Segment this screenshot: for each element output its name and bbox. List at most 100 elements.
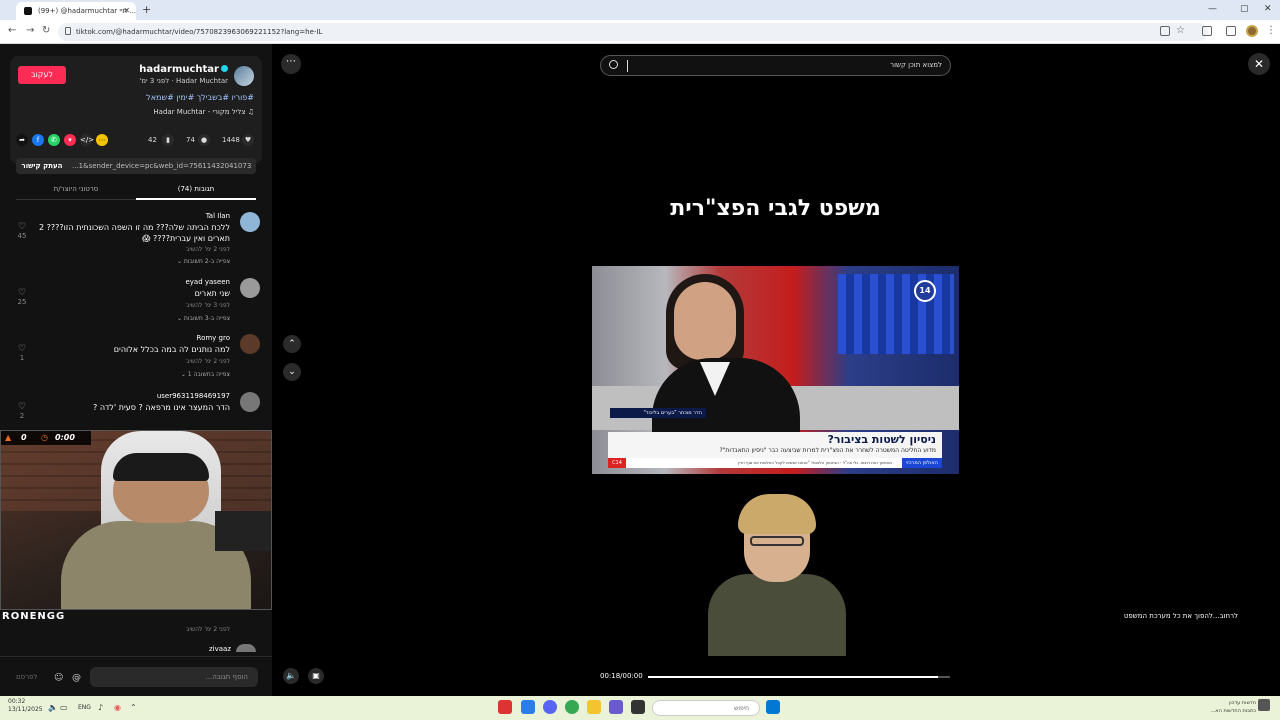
comment-like[interactable]: ♡ 45 <box>14 222 30 240</box>
new-tab-button[interactable]: + <box>142 3 151 16</box>
creator-avatar[interactable] <box>234 66 254 86</box>
copy-link-button[interactable]: העתק קישור <box>16 158 68 174</box>
text-caret <box>627 60 628 72</box>
discord-icon[interactable] <box>543 700 557 714</box>
chrome-icon[interactable] <box>565 700 579 714</box>
volume-icon[interactable]: 🔈 <box>283 668 299 684</box>
bookmark-icon[interactable]: ▮ <box>162 134 174 146</box>
comment-icon[interactable]: ● <box>198 134 210 146</box>
clock[interactable]: 00:32 13/11/2025 <box>8 698 43 714</box>
comment-meta[interactable]: לפני 2 ימ' להשיב <box>186 246 230 253</box>
follow-button[interactable]: לעקוב <box>18 66 66 84</box>
news-broadcast-frame: 14 הדר מוכתר "בערים בליכוד" ניסיון לשטות… <box>592 266 959 474</box>
bookmark-star-icon[interactable]: ☆ <box>1176 25 1185 36</box>
comment-avatar[interactable] <box>240 212 260 232</box>
facebook-icon[interactable]: f <box>32 134 44 146</box>
more-options-icon[interactable]: ⋯ <box>281 54 301 74</box>
comment-avatar[interactable] <box>236 644 256 652</box>
file-explorer-icon[interactable] <box>587 700 601 714</box>
browser-tab[interactable]: ‎(99+) ⁦@hadarmuchtar⁩ ‏‏ תיי... ✕ <box>16 2 136 20</box>
taskbar-app-icon[interactable] <box>631 700 645 714</box>
speaker-icon[interactable]: 🔈 <box>48 703 58 712</box>
news-widget-icon[interactable] <box>1258 699 1270 711</box>
related-search-bar[interactable]: למצוא תוכן קשור <box>600 55 951 76</box>
close-video-icon[interactable]: ✕ <box>1248 53 1270 75</box>
news-widget[interactable]: חדשות עדכון כתבות החדשות הא... <box>1196 699 1256 715</box>
taskbar-app-icon[interactable] <box>498 700 512 714</box>
post-comment-button[interactable]: לפרסם <box>16 673 38 681</box>
browser-tab-bar: ‎(99+) ⁦@hadarmuchtar⁩ ‏‏ תיי... ✕ + — ▢… <box>0 0 1280 20</box>
picture-in-picture-icon[interactable]: ▣ <box>308 668 324 684</box>
comment-item: Romy gro למה נותנים לה במה בכלל אלוהים ל… <box>10 334 260 384</box>
progress-bar[interactable] <box>648 676 950 678</box>
tab-creator-videos[interactable]: סרטוני היוצר/ת <box>16 185 136 193</box>
maximize-button[interactable]: ▢ <box>1240 4 1249 14</box>
comment-username[interactable]: Tal Ilan <box>206 212 230 220</box>
extensions-icon[interactable] <box>1202 26 1212 36</box>
taskbar-app-icon[interactable] <box>609 700 623 714</box>
network-icon[interactable]: ▭ <box>60 703 68 712</box>
share-arrow-icon[interactable]: ➦ <box>16 134 28 146</box>
creator-nickname: Hadar Muchtar · לפני 3 ימ' <box>139 77 228 85</box>
more-share-icon[interactable]: ⋯ <box>96 134 108 146</box>
comment-like[interactable]: ♡ 2 <box>14 402 30 420</box>
embed-icon[interactable]: </> <box>80 134 94 146</box>
taskbar-search[interactable]: חיפוש <box>652 700 760 716</box>
next-video-icon[interactable]: ⌄ <box>283 363 301 381</box>
forward-icon[interactable]: → <box>26 25 34 36</box>
whatsapp-icon[interactable]: ✆ <box>48 134 60 146</box>
view-replies-link[interactable]: צפייה בתשובה 1 ⌄ <box>181 371 230 378</box>
show-hidden-icons-icon[interactable]: ⌃ <box>130 703 137 712</box>
comment-username[interactable]: Romy gro <box>197 334 230 342</box>
comment-avatar[interactable] <box>240 392 260 412</box>
minimize-button[interactable]: — <box>1208 4 1217 14</box>
mention-icon[interactable]: @ <box>72 673 81 683</box>
comment-meta[interactable]: לפני 2 ימ' להשיב <box>186 358 230 365</box>
tray-app-icon[interactable]: ◉ <box>114 703 121 712</box>
reload-icon[interactable]: ↻ <box>42 25 50 36</box>
microphone-icon[interactable]: ♪ <box>98 703 103 712</box>
comment-meta[interactable]: לפני 3 ימ' להשיב <box>186 302 230 309</box>
comment-username[interactable]: zivaaz <box>209 645 231 653</box>
music-link[interactable]: ♫ צליל מקורי - Hadar Muchtar <box>153 108 254 116</box>
site-info-icon[interactable] <box>65 27 71 35</box>
view-replies-link[interactable]: צפייה ב-2 תשובות ⌄ <box>177 258 230 265</box>
taskbar-app-icon[interactable] <box>521 700 535 714</box>
video-player[interactable]: למצוא תוכן קשור משפט לגבי הפצ"רית 14 הדר… <box>592 44 959 696</box>
profile-avatar[interactable] <box>1246 25 1258 37</box>
install-app-icon[interactable] <box>1160 26 1170 36</box>
comment-username[interactable]: eyad yaseen <box>185 278 230 286</box>
language-indicator[interactable]: ENG <box>78 704 91 711</box>
heart-icon[interactable]: ♥ <box>242 134 254 146</box>
copy-link-bar: העתק קישור ...1&sender_device=pc&web_id=… <box>16 158 256 174</box>
comment-avatar[interactable] <box>240 334 260 354</box>
address-bar[interactable]: tiktok.com/@hadarmuchtar/video/757082396… <box>58 23 1208 41</box>
background-monitor <box>215 511 271 551</box>
tiktok-share-icon[interactable]: ▾ <box>64 134 76 146</box>
add-comment-input[interactable]: הוסף תגובה... <box>90 667 258 687</box>
view-replies-link[interactable]: צפייה ב-3 תשובות ⌄ <box>177 315 230 322</box>
heart-outline-icon: ♡ <box>17 402 27 412</box>
comment-like[interactable]: ♡ 25 <box>14 288 30 306</box>
news-chyron: ניסיון לשטות בציבור? מדוע החליטה המשטרה … <box>608 432 942 458</box>
windows-start-icon[interactable] <box>766 700 780 714</box>
comment-text: לרחוב...להפוך את כל מערכת המשפט <box>1123 612 1238 620</box>
comment-username[interactable]: user9631198469197 <box>157 392 230 400</box>
back-icon[interactable]: ← <box>8 25 16 36</box>
previous-video-icon[interactable]: ⌃ <box>283 335 301 353</box>
browser-menu-icon[interactable]: ⋮ <box>1266 25 1276 36</box>
tab-comments[interactable]: תגובות (74) <box>136 185 256 200</box>
comment-avatar[interactable] <box>240 278 260 298</box>
tab-close-icon[interactable]: ✕ <box>123 6 130 15</box>
heart-outline-icon: ♡ <box>17 222 27 232</box>
media-controls-icon[interactable] <box>1226 26 1236 36</box>
video-hashtags[interactable]: #פוריו #בשבילך #ימין #שמאל <box>146 93 254 102</box>
creator-username[interactable]: hadarmuchtar <box>139 64 228 75</box>
comment-like[interactable]: ♡ 1 <box>14 344 30 362</box>
fire-icon: ▲ <box>5 433 12 442</box>
name-strap: הדר מוכתר "בערים בליכוד" <box>610 408 706 418</box>
comment-count: 74 <box>186 136 195 144</box>
comment-meta[interactable]: לפני 2 ימ' להשיב <box>186 626 230 633</box>
window-close-button[interactable]: ✕ <box>1264 4 1272 14</box>
emoji-icon[interactable]: ☺ <box>54 673 63 683</box>
